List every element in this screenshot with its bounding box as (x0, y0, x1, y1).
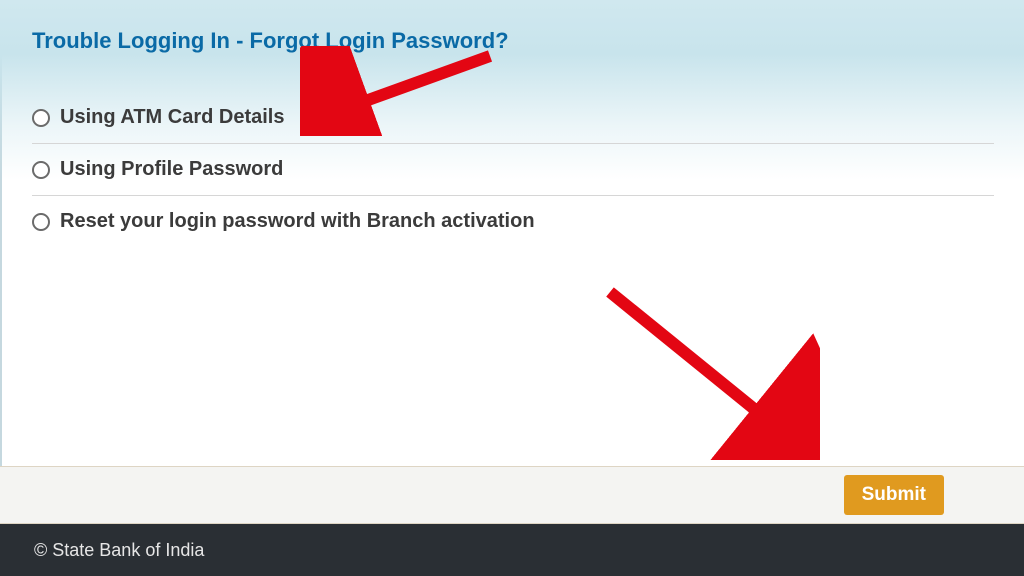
option-branch-activation[interactable]: Reset your login password with Branch ac… (32, 196, 994, 247)
radio-atm-card-details[interactable] (32, 109, 50, 127)
radio-profile-password[interactable] (32, 161, 50, 179)
radio-branch-activation[interactable] (32, 213, 50, 231)
option-label: Reset your login password with Branch ac… (60, 210, 535, 233)
option-label: Using Profile Password (60, 158, 283, 181)
page-title: Trouble Logging In - Forgot Login Passwo… (32, 28, 994, 54)
reset-options-group: Using ATM Card Details Using Profile Pas… (32, 92, 994, 247)
option-label: Using ATM Card Details (60, 106, 284, 129)
option-profile-password[interactable]: Using Profile Password (32, 144, 994, 196)
option-atm-card-details[interactable]: Using ATM Card Details (32, 92, 994, 144)
